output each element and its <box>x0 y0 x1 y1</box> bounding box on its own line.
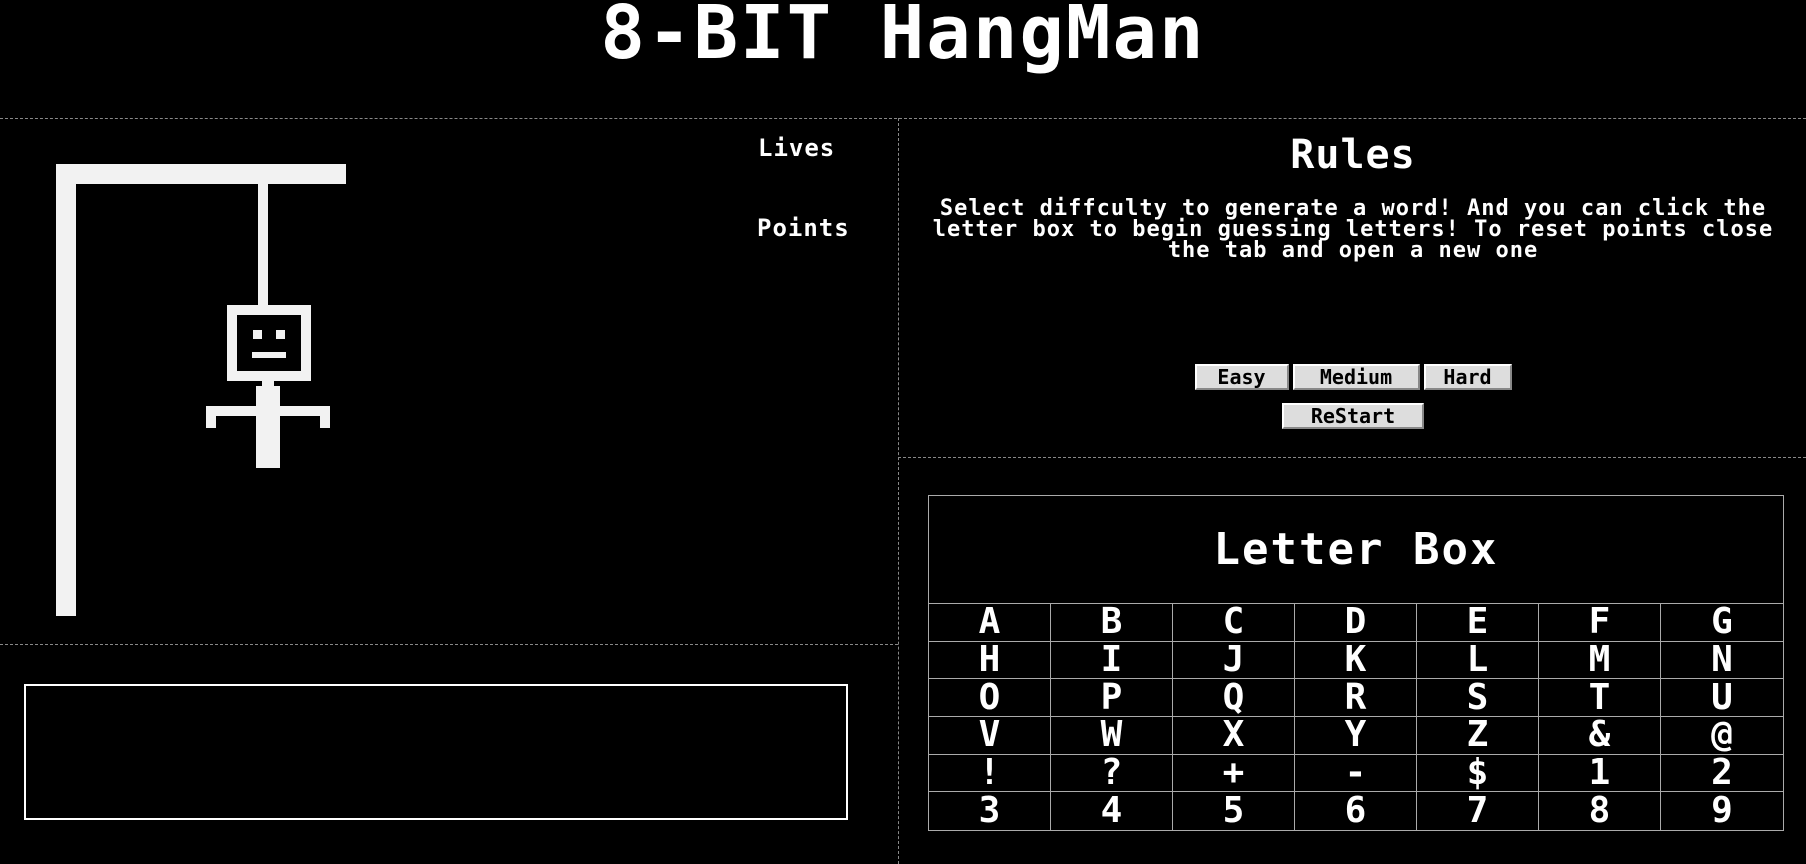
letter-key[interactable]: R <box>1295 679 1417 717</box>
letter-key[interactable]: V <box>929 717 1051 755</box>
letter-key[interactable]: J <box>1173 642 1295 680</box>
hard-button[interactable]: Hard <box>1423 364 1512 390</box>
letter-key[interactable]: N <box>1661 642 1783 680</box>
letter-key[interactable]: ? <box>1051 755 1173 793</box>
letter-key[interactable]: G <box>1661 604 1783 642</box>
figure-left-hand <box>206 406 216 428</box>
word-display <box>24 684 848 820</box>
letter-key[interactable]: S <box>1417 679 1539 717</box>
letter-key[interactable]: Y <box>1295 717 1417 755</box>
letter-key[interactable]: O <box>929 679 1051 717</box>
restart-row: ReStart <box>900 403 1806 429</box>
gallows-beam <box>56 164 346 184</box>
page-title: 8-BIT HangMan <box>600 0 1206 76</box>
letter-key[interactable]: ! <box>929 755 1051 793</box>
letter-grid: A B C D E F G H I J K L M N O P Q R S T U V W X Y Z & @!? + - $1 2 3 4 5 6 7… <box>929 604 1783 830</box>
letter-key[interactable]: & <box>1539 717 1661 755</box>
letter-key[interactable]: 2 <box>1661 755 1783 793</box>
letter-key[interactable]: $ <box>1417 755 1539 793</box>
left-section-divider <box>0 644 898 645</box>
letter-key[interactable]: 6 <box>1295 792 1417 830</box>
points-label: Points <box>757 214 850 242</box>
letter-key[interactable]: K <box>1295 642 1417 680</box>
figure-right-hand <box>320 406 330 428</box>
letter-key[interactable]: B <box>1051 604 1173 642</box>
letter-key[interactable]: M <box>1539 642 1661 680</box>
right-section-divider <box>898 457 1806 458</box>
letter-key[interactable]: I <box>1051 642 1173 680</box>
letter-key[interactable]: C <box>1173 604 1295 642</box>
letter-key[interactable]: P <box>1051 679 1173 717</box>
letter-key[interactable]: + <box>1173 755 1295 793</box>
header-divider <box>0 118 1806 119</box>
gallows-drawing <box>56 164 346 616</box>
letter-key[interactable]: F <box>1539 604 1661 642</box>
medium-button[interactable]: Medium <box>1292 364 1420 390</box>
letter-key[interactable]: 9 <box>1661 792 1783 830</box>
letter-box-title: Letter Box <box>929 496 1783 604</box>
lives-label: Lives <box>758 134 836 162</box>
letter-key[interactable]: 4 <box>1051 792 1173 830</box>
letter-key[interactable]: E <box>1417 604 1539 642</box>
letter-key[interactable]: @ <box>1661 717 1783 755</box>
figure-eye-right <box>276 330 285 339</box>
letter-key[interactable]: 3 <box>929 792 1051 830</box>
figure-mouth <box>252 352 286 358</box>
figure-head <box>227 305 311 381</box>
letter-key[interactable]: W <box>1051 717 1173 755</box>
letter-key[interactable]: T <box>1539 679 1661 717</box>
letter-key[interactable]: Q <box>1173 679 1295 717</box>
gallows-post <box>56 164 76 616</box>
letter-key[interactable]: 1 <box>1539 755 1661 793</box>
gallows-rope <box>258 184 268 310</box>
letter-key[interactable]: 5 <box>1173 792 1295 830</box>
rules-text: Select diffculty to generate a word! And… <box>932 196 1774 263</box>
rules-title: Rules <box>1290 132 1416 178</box>
easy-button[interactable]: Easy <box>1194 364 1289 390</box>
letter-key[interactable]: L <box>1417 642 1539 680</box>
figure-eye-left <box>253 330 262 339</box>
letter-box: Letter Box A B C D E F G H I J K L M N O P Q R S T U V W X Y Z & @!… <box>928 495 1784 831</box>
letter-key[interactable]: U <box>1661 679 1783 717</box>
letter-key[interactable]: 8 <box>1539 792 1661 830</box>
difficulty-buttons: Easy Medium Hard <box>900 364 1806 390</box>
hangman-figure <box>206 305 330 468</box>
letter-key[interactable]: - <box>1295 755 1417 793</box>
letter-key[interactable]: 7 <box>1417 792 1539 830</box>
figure-arms <box>206 406 330 416</box>
restart-button[interactable]: ReStart <box>1282 403 1424 429</box>
letter-key[interactable]: D <box>1295 604 1417 642</box>
letter-key[interactable]: X <box>1173 717 1295 755</box>
letter-key[interactable]: A <box>929 604 1051 642</box>
letter-key[interactable]: H <box>929 642 1051 680</box>
center-divider <box>898 118 899 864</box>
letter-key[interactable]: Z <box>1417 717 1539 755</box>
figure-body <box>256 386 280 468</box>
